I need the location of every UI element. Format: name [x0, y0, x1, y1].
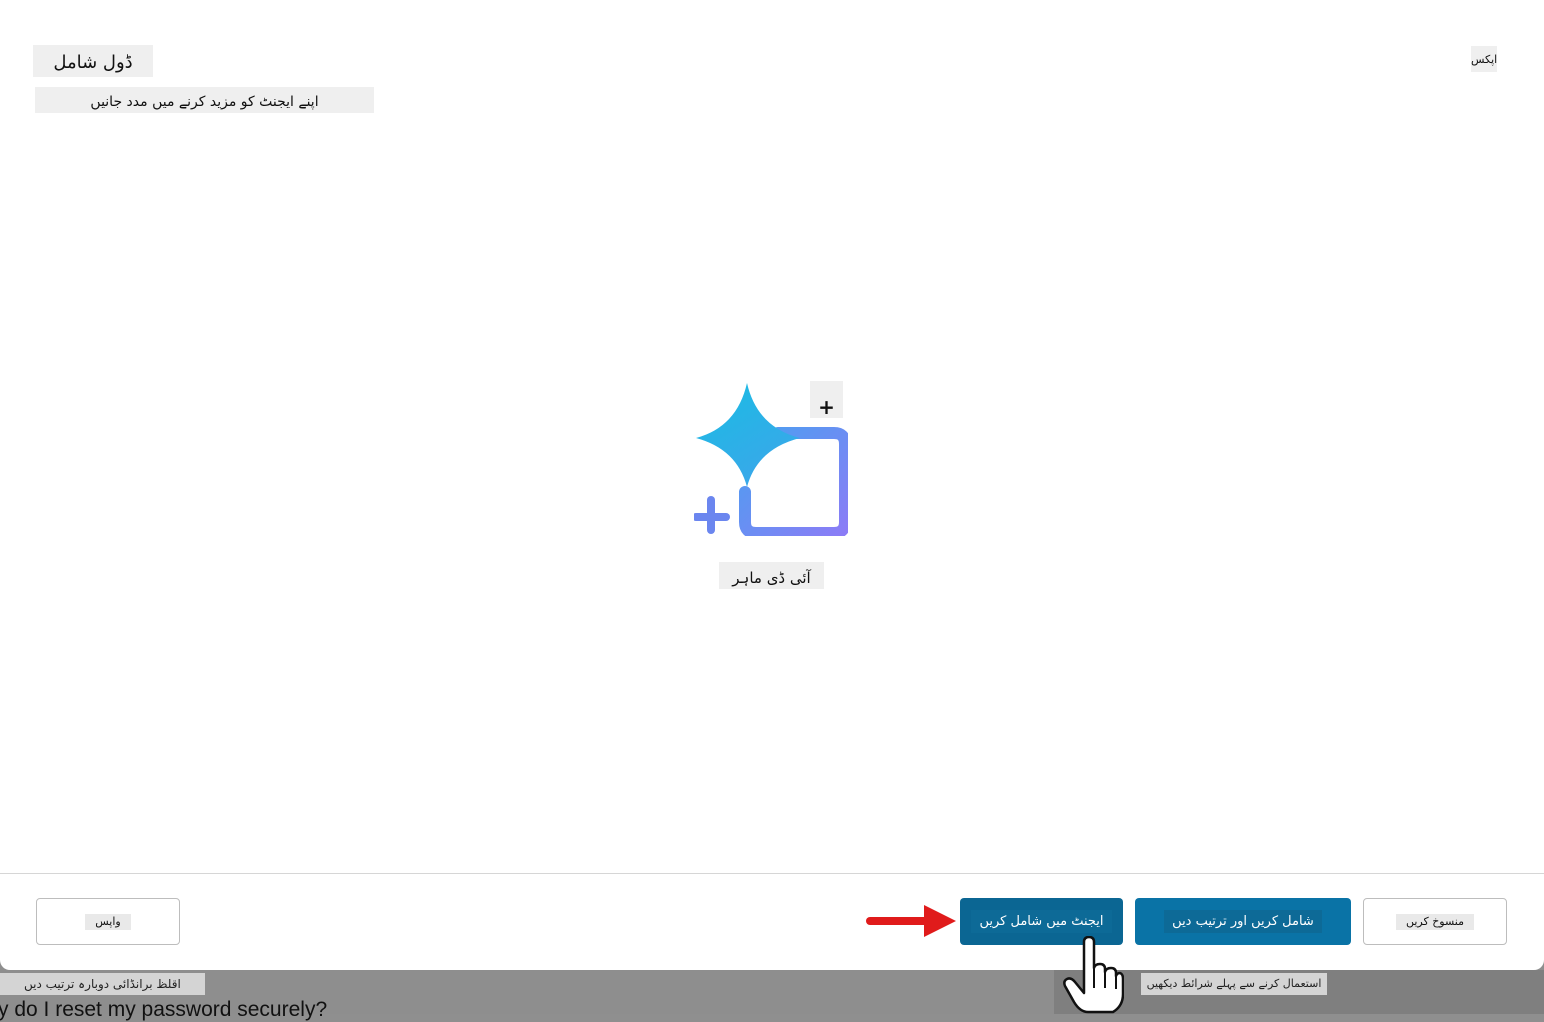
add-to-agent-label: ایجنٹ میں شامل کریں — [971, 910, 1112, 933]
background-hint: اقلظ برانڈائی دوبارہ ترتیب دیں — [0, 973, 205, 995]
hand-cursor-icon — [1063, 936, 1124, 1014]
footer-divider — [0, 873, 1544, 874]
back-button[interactable]: واپس — [36, 898, 180, 945]
add-and-configure-button[interactable]: شامل کریں اور ترتیب دیں — [1135, 898, 1351, 945]
close-button[interactable]: اپکس — [1471, 46, 1497, 72]
plus-icon: + — [810, 381, 843, 419]
add-tool-dialog: ڈول شامل کریں اپنے ایجنٹ کو مزید کرنے می… — [0, 0, 1544, 970]
background-side-label: استعمال کرنے سے پہلے شرائط دیکھیں — [1141, 973, 1327, 995]
cancel-button[interactable]: منسوخ کریں — [1363, 898, 1507, 945]
back-button-label: واپس — [85, 913, 131, 930]
cancel-button-label: منسوخ کریں — [1395, 913, 1475, 930]
background-question: y do I reset my password securely? — [0, 998, 328, 1021]
add-and-configure-label: شامل کریں اور ترتیب دیں — [1164, 910, 1322, 933]
dialog-title: ڈول شامل کریں — [33, 45, 153, 109]
dialog-subtitle: اپنے ایجنٹ کو مزید کرنے میں مدد جانیں — [35, 87, 374, 113]
red-arrow-icon — [866, 905, 956, 937]
empty-state-label: آئی ڈی ماہر — [719, 562, 824, 589]
